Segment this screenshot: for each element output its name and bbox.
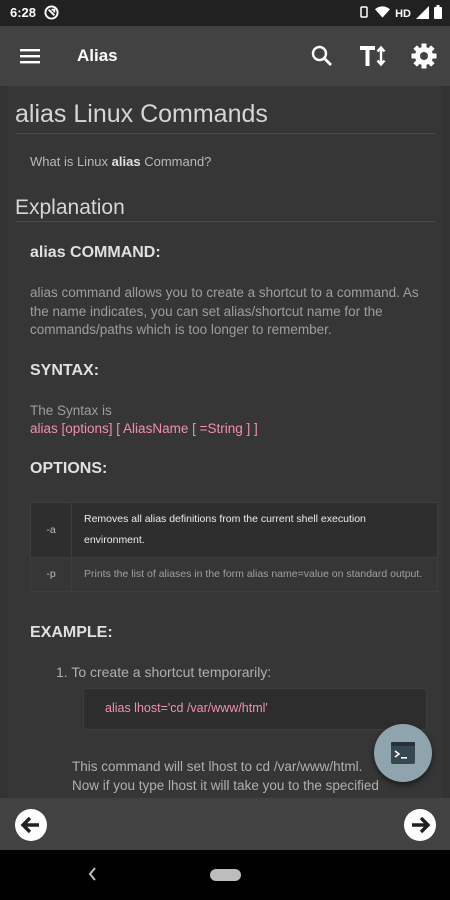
signal-icon [416,5,429,22]
bottom-nav-bar [0,798,450,850]
battery-icon [434,5,442,22]
table-row: -p Prints the list of aliases in the for… [30,557,438,592]
previous-arrow-icon[interactable] [14,808,48,842]
syntax-intro: The Syntax is [30,403,112,418]
question-prefix: What is Linux [30,154,109,169]
app-bar-title: Alias [77,46,118,65]
system-home-pill[interactable] [210,869,241,881]
command-description: alias command allows you to create a sho… [30,285,419,337]
options-heading: OPTIONS: [30,460,108,477]
network-type-label: HD [395,7,411,20]
terminal-fab-button[interactable] [374,724,432,782]
example-explanation: This command will set lhost to cd /var/w… [72,758,402,795]
app-bar: Alias [0,26,450,86]
command-heading: alias COMMAND: [30,244,161,261]
terminal-icon [391,742,415,769]
page-title: alias Linux Commands [15,100,268,128]
system-nav-bar [0,850,450,900]
syntax-heading: SYNTAX: [30,362,100,379]
option-description: Prints the list of aliases in the form a… [71,557,438,592]
example-heading: EXAMPLE: [30,624,113,641]
example-list-item: 1. To create a shortcut temporarily: [56,664,272,680]
syntax-code: alias [options] [ AliasName [ =String ] … [30,421,258,436]
search-icon[interactable] [308,42,336,70]
explanation-heading: Explanation [15,196,125,219]
title-divider [15,133,435,134]
option-description: Removes all alias definitions from the c… [71,502,438,558]
option-flag: -a [30,502,72,558]
wifi-icon [375,6,391,21]
option-flag: -p [30,557,72,592]
example-explanation-line-2: Now if you type lhost it will take you t… [72,777,379,793]
next-arrow-icon[interactable] [403,808,437,842]
options-table: -a Removes all alias definitions from th… [30,502,438,592]
table-row: -a Removes all alias definitions from th… [30,502,438,558]
article-content[interactable]: alias Linux Commands What is Linux alias… [0,86,450,798]
notification-icon [44,5,59,25]
example-explanation-line-1: This command will set lhost to cd /var/w… [72,759,363,774]
example-code: alias lhost='cd /var/www/html' [105,701,268,715]
question-command: alias [111,154,141,169]
status-time: 6:28 [10,5,37,20]
system-back-icon[interactable] [86,865,98,888]
vibrate-icon [358,6,370,21]
example-code-block: alias lhost='cd /var/www/html' [83,688,427,730]
explanation-divider [15,221,435,222]
question-suffix: Command? [144,154,212,169]
question-text: What is Linux alias Command? [30,154,211,169]
settings-gear-icon[interactable] [410,42,438,70]
status-bar: 6:28 HD [0,0,450,26]
menu-icon[interactable] [18,44,42,68]
text-size-icon[interactable] [358,42,386,70]
